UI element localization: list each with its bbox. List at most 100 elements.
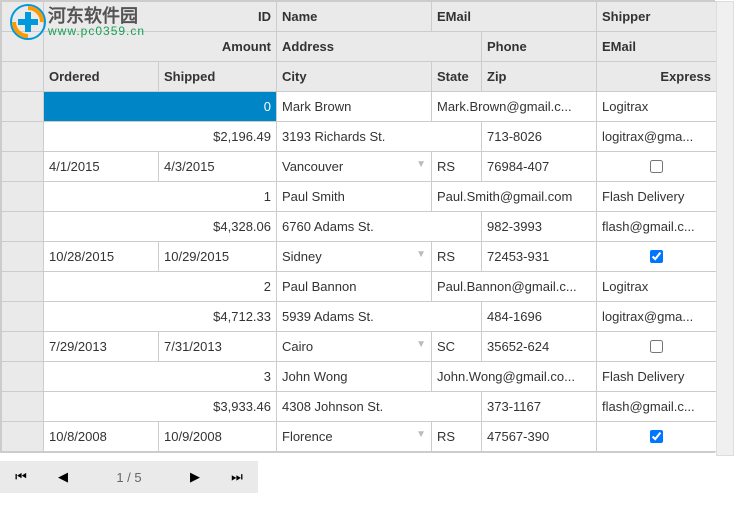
cell-city[interactable]: Sidney▼ — [277, 242, 432, 272]
vertical-scrollbar[interactable] — [716, 1, 734, 456]
row-header[interactable] — [2, 242, 44, 272]
cell-shipper-email[interactable]: flash@gmail.c... — [597, 212, 717, 242]
cell-express[interactable] — [597, 152, 717, 182]
cell-email[interactable]: Paul.Bannon@gmail.c... — [432, 272, 597, 302]
cell-name[interactable]: Mark Brown — [277, 92, 432, 122]
express-checkbox[interactable] — [650, 160, 663, 173]
header-address[interactable]: Address — [277, 32, 482, 62]
row-header[interactable] — [2, 272, 44, 302]
cell-ordered[interactable]: 7/29/2013 — [44, 332, 159, 362]
cell-state[interactable]: RS — [432, 152, 482, 182]
header-shipped[interactable]: Shipped — [159, 62, 277, 92]
cell-amount[interactable]: $4,328.06 — [44, 212, 277, 242]
header-state[interactable]: State — [432, 62, 482, 92]
cell-phone[interactable]: 373-1167 — [482, 392, 597, 422]
cell-shipped[interactable]: 10/9/2008 — [159, 422, 277, 452]
pager-last-button[interactable]: ⏭ — [216, 461, 258, 493]
cell-shipped[interactable]: 7/31/2013 — [159, 332, 277, 362]
pager: ⏮ ◀ 1 / 5 ▶ ⏭ — [0, 461, 734, 493]
express-checkbox[interactable] — [650, 250, 663, 263]
pager-prev-button[interactable]: ◀ — [42, 461, 84, 493]
cell-state[interactable]: RS — [432, 242, 482, 272]
pager-first-button[interactable]: ⏮ — [0, 461, 42, 493]
cell-zip[interactable]: 76984-407 — [482, 152, 597, 182]
cell-express[interactable] — [597, 332, 717, 362]
row-header[interactable] — [2, 212, 44, 242]
cell-state[interactable]: RS — [432, 422, 482, 452]
cell-email[interactable]: Mark.Brown@gmail.c... — [432, 92, 597, 122]
header-shipper-email[interactable]: EMail — [597, 32, 717, 62]
row-header[interactable] — [2, 422, 44, 452]
header-ordered[interactable]: Ordered — [44, 62, 159, 92]
row-header[interactable] — [2, 152, 44, 182]
express-checkbox[interactable] — [650, 430, 663, 443]
cell-state[interactable]: SC — [432, 332, 482, 362]
row-header[interactable] — [2, 302, 44, 332]
header-zip[interactable]: Zip — [482, 62, 597, 92]
pager-next-button[interactable]: ▶ — [174, 461, 216, 493]
header-corner3 — [2, 62, 44, 92]
grid-wrapper: 河东软件园 www.pc0359.cn ID Name EMail Shippe… — [0, 0, 734, 493]
header-phone[interactable]: Phone — [482, 32, 597, 62]
cell-address[interactable]: 5939 Adams St. — [277, 302, 482, 332]
cell-shipped[interactable]: 10/29/2015 — [159, 242, 277, 272]
header-city[interactable]: City — [277, 62, 432, 92]
cell-zip[interactable]: 72453-931 — [482, 242, 597, 272]
row-header[interactable] — [2, 362, 44, 392]
cell-shipper[interactable]: Flash Delivery — [597, 182, 717, 212]
cell-id[interactable]: 3 — [44, 362, 277, 392]
cell-city[interactable]: Vancouver▼ — [277, 152, 432, 182]
row-header[interactable] — [2, 392, 44, 422]
cell-shipper-email[interactable]: logitrax@gma... — [597, 302, 717, 332]
cell-shipped[interactable]: 4/3/2015 — [159, 152, 277, 182]
first-icon: ⏮ — [15, 469, 27, 485]
cell-zip[interactable]: 47567-390 — [482, 422, 597, 452]
cell-ordered[interactable]: 4/1/2015 — [44, 152, 159, 182]
pager-page-label: 1 / 5 — [84, 461, 174, 493]
cell-name[interactable]: Paul Bannon — [277, 272, 432, 302]
cell-name[interactable]: John Wong — [277, 362, 432, 392]
header-email[interactable]: EMail — [432, 2, 597, 32]
cell-address[interactable]: 4308 Johnson St. — [277, 392, 482, 422]
row-header[interactable] — [2, 92, 44, 122]
cell-name[interactable]: Paul Smith — [277, 182, 432, 212]
cell-id[interactable]: 2 — [44, 272, 277, 302]
cell-ordered[interactable]: 10/28/2015 — [44, 242, 159, 272]
cell-shipper[interactable]: Flash Delivery — [597, 362, 717, 392]
cell-address[interactable]: 6760 Adams St. — [277, 212, 482, 242]
chevron-down-icon: ▼ — [416, 429, 426, 440]
cell-phone[interactable]: 484-1696 — [482, 302, 597, 332]
header-name[interactable]: Name — [277, 2, 432, 32]
express-checkbox[interactable] — [650, 340, 663, 353]
cell-phone[interactable]: 713-8026 — [482, 122, 597, 152]
cell-email[interactable]: John.Wong@gmail.co... — [432, 362, 597, 392]
cell-id[interactable]: 1 — [44, 182, 277, 212]
cell-address[interactable]: 3193 Richards St. — [277, 122, 482, 152]
row-header[interactable] — [2, 182, 44, 212]
cell-shipper-email[interactable]: flash@gmail.c... — [597, 392, 717, 422]
cell-id[interactable]: 0 — [44, 92, 277, 122]
header-shipper[interactable]: Shipper — [597, 2, 717, 32]
cell-shipper-email[interactable]: logitrax@gma... — [597, 122, 717, 152]
cell-amount[interactable]: $4,712.33 — [44, 302, 277, 332]
cell-express[interactable] — [597, 242, 717, 272]
cell-city[interactable]: Florence▼ — [277, 422, 432, 452]
cell-phone[interactable]: 982-3993 — [482, 212, 597, 242]
watermark-logo — [10, 4, 46, 40]
cell-amount[interactable]: $3,933.46 — [44, 392, 277, 422]
grid-body: 0Mark BrownMark.Brown@gmail.c...Logitrax… — [2, 92, 717, 452]
cell-shipper[interactable]: Logitrax — [597, 272, 717, 302]
last-icon: ⏭ — [231, 469, 243, 485]
cell-amount[interactable]: $2,196.49 — [44, 122, 277, 152]
row-header[interactable] — [2, 332, 44, 362]
cell-shipper[interactable]: Logitrax — [597, 92, 717, 122]
cell-zip[interactable]: 35652-624 — [482, 332, 597, 362]
cell-city[interactable]: Cairo▼ — [277, 332, 432, 362]
row-header[interactable] — [2, 122, 44, 152]
data-grid[interactable]: ID Name EMail Shipper Amount Address Pho… — [0, 0, 715, 453]
cell-express[interactable] — [597, 422, 717, 452]
header-express[interactable]: Express — [597, 62, 717, 92]
chevron-down-icon: ▼ — [416, 339, 426, 350]
cell-email[interactable]: Paul.Smith@gmail.com — [432, 182, 597, 212]
cell-ordered[interactable]: 10/8/2008 — [44, 422, 159, 452]
